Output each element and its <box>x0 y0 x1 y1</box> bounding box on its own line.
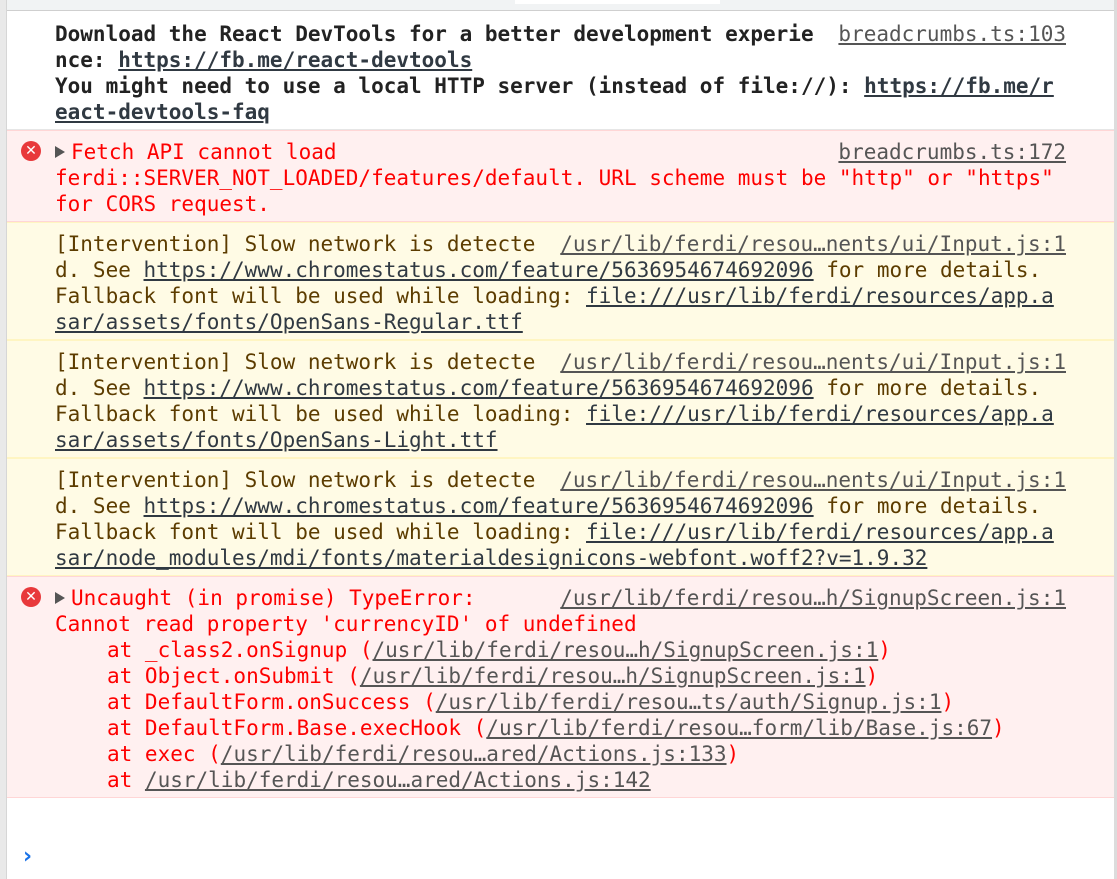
console-message-warning: /usr/lib/ferdi/resou…nents/ui/Input.js:1… <box>7 340 1114 458</box>
stack-frame-prefix: at <box>107 768 145 792</box>
error-icon: ✕ <box>21 587 41 607</box>
message-source-link[interactable]: /usr/lib/ferdi/resou…h/SignupScreen.js:1 <box>560 585 1066 611</box>
stack-frame-link[interactable]: /usr/lib/ferdi/resou…form/lib/Base.js:67 <box>486 716 992 740</box>
message-source-link[interactable]: breadcrumbs.ts:172 <box>838 139 1066 165</box>
devtools-toolbar-strip <box>0 0 1117 11</box>
stack-frame: at Object.onSubmit (/usr/lib/ferdi/resou… <box>107 663 1066 689</box>
stack-frame-suffix: ) <box>878 638 891 662</box>
left-gutter <box>0 0 7 879</box>
stack-frame-prefix: at Object.onSubmit ( <box>107 664 360 688</box>
message-line-text: You might need to use a local HTTP serve… <box>55 74 865 98</box>
console-prompt[interactable]: › <box>7 836 1114 879</box>
stack-frame-prefix: at exec ( <box>107 742 221 766</box>
message-text: You might need to use a local HTTP serve… <box>55 73 1066 125</box>
stack-frame: at exec (/usr/lib/ferdi/resou…ared/Actio… <box>107 741 1066 767</box>
stack-frame-link[interactable]: /usr/lib/ferdi/resou…ts/auth/Signup.js:1 <box>436 690 942 714</box>
stack-frame-suffix: ) <box>992 716 1005 740</box>
stack-frame-prefix: at DefaultForm.Base.execHook ( <box>107 716 487 740</box>
stack-frame-suffix: ) <box>941 690 955 714</box>
stack-frame-suffix: ) <box>865 664 879 688</box>
message-source-link[interactable]: /usr/lib/ferdi/resou…nents/ui/Input.js:1 <box>560 467 1066 493</box>
stack-frame-link[interactable]: /usr/lib/ferdi/resou…h/SignupScreen.js:1 <box>373 638 879 662</box>
stack-trace: at _class2.onSignup (/usr/lib/ferdi/reso… <box>55 637 1066 793</box>
react-devtools-link[interactable]: https://fb.me/react-devtools <box>118 48 472 72</box>
stack-frame: at DefaultForm.Base.execHook (/usr/lib/f… <box>107 715 1066 741</box>
stack-frame-link[interactable]: /usr/lib/ferdi/resou…ared/Actions.js:133 <box>221 742 727 766</box>
chromestatus-link[interactable]: https://www.chromestatus.com/feature/563… <box>144 376 814 400</box>
stack-frame: at DefaultForm.onSuccess (/usr/lib/ferdi… <box>107 689 1066 715</box>
stack-frame-suffix: ) <box>726 742 740 766</box>
expand-triangle-icon[interactable] <box>55 146 65 158</box>
stack-frame-prefix: at _class2.onSignup ( <box>107 638 373 662</box>
console-message-error: ✕ breadcrumbs.ts:172 Fetch API cannot lo… <box>7 130 1114 222</box>
chromestatus-link[interactable]: https://www.chromestatus.com/feature/563… <box>144 494 814 518</box>
stack-frame-link[interactable]: /usr/lib/ferdi/resou…h/SignupScreen.js:1 <box>360 664 866 688</box>
stack-frame-link[interactable]: /usr/lib/ferdi/resou…ared/Actions.js:142 <box>145 768 651 792</box>
error-detail: Cannot read property 'currencyID' of und… <box>55 612 637 636</box>
console-message-warning: /usr/lib/ferdi/resou…nents/ui/Input.js:1… <box>7 222 1114 340</box>
chromestatus-link[interactable]: https://www.chromestatus.com/feature/563… <box>144 258 814 282</box>
prompt-chevron-icon: › <box>23 844 33 869</box>
message-source-link[interactable]: /usr/lib/ferdi/resou…nents/ui/Input.js:1 <box>560 349 1066 375</box>
message-source-link[interactable]: breadcrumbs.ts:103 <box>838 21 1066 47</box>
stack-frame-prefix: at DefaultForm.onSuccess ( <box>107 690 436 714</box>
console-message-error: ✕ /usr/lib/ferdi/resou…h/SignupScreen.js… <box>7 576 1114 798</box>
stack-frame: at _class2.onSignup (/usr/lib/ferdi/reso… <box>107 637 1066 663</box>
console-message-warning: /usr/lib/ferdi/resou…nents/ui/Input.js:1… <box>7 458 1114 576</box>
console-message-info: breadcrumbs.ts:103 Download the React De… <box>7 11 1114 130</box>
error-icon: ✕ <box>21 141 41 161</box>
expand-triangle-icon[interactable] <box>55 592 65 604</box>
console-messages: breadcrumbs.ts:103 Download the React De… <box>7 11 1114 798</box>
toolbar-tab[interactable] <box>515 0 720 4</box>
error-title: Uncaught (in promise) TypeError: <box>71 586 476 610</box>
message-source-link[interactable]: /usr/lib/ferdi/resou…nents/ui/Input.js:1 <box>560 231 1066 257</box>
stack-frame: at /usr/lib/ferdi/resou…ared/Actions.js:… <box>107 767 1066 793</box>
